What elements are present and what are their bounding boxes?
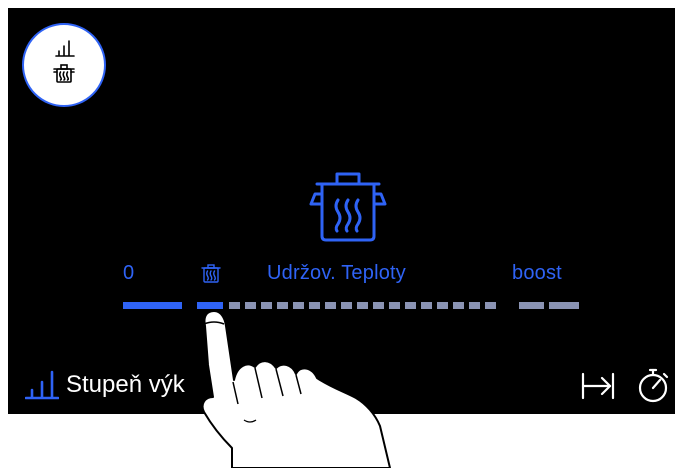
power-level-slider[interactable] (120, 299, 582, 311)
power-bars-over-pot-icon (53, 40, 75, 83)
slider-segment (453, 302, 464, 309)
slider-segment (325, 302, 336, 309)
slider-segment-boost (549, 302, 579, 309)
scale-label-keep-warm: Udržov. Teploty (267, 262, 406, 284)
slider-segment (341, 302, 352, 309)
slider-segment (229, 302, 240, 309)
slider-segment-zero (123, 302, 182, 309)
slider-segment (389, 302, 400, 309)
slider-segment (373, 302, 384, 309)
slider-segment (277, 302, 288, 309)
small-pot-icon (201, 264, 221, 283)
program-mode-button[interactable] (22, 23, 106, 107)
slider-segment (357, 302, 368, 309)
slider-segment (421, 302, 432, 309)
slider-segment (485, 302, 496, 309)
slider-segment (437, 302, 448, 309)
slider-segment (469, 302, 480, 309)
power-level-label[interactable]: Stupeň výk (66, 371, 185, 399)
stopwatch-icon[interactable] (637, 368, 671, 404)
slider-segment (245, 302, 256, 309)
chevron-up-icon[interactable] (296, 377, 318, 391)
steaming-pot-icon (309, 172, 387, 242)
bottom-bar: Stupeň výk (8, 363, 675, 414)
scale-label-zero: 0 (123, 262, 135, 284)
slider-segment (405, 302, 416, 309)
arrow-to-bar-icon[interactable] (580, 371, 616, 401)
slider-segment (261, 302, 272, 309)
slider-segment (293, 302, 304, 309)
slider-segment (309, 302, 320, 309)
slider-segment-keep-warm-active (197, 302, 223, 309)
slider-segment-boost (519, 302, 544, 309)
power-level-bars-icon (25, 370, 59, 400)
cooktop-display: 0 Udržov. Teploty boost Stupeň výk (8, 8, 675, 414)
scale-label-boost: boost (512, 262, 562, 284)
